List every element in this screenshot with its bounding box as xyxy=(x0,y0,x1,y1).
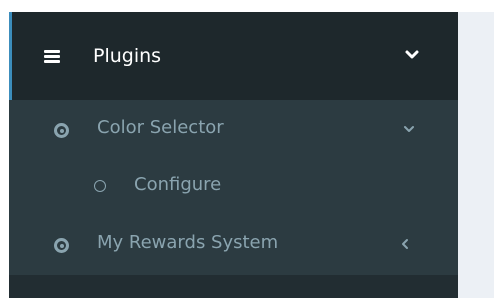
sidebar-item-label: My Rewards System xyxy=(97,232,279,253)
dot-circle-icon xyxy=(54,238,69,253)
circle-outline-icon xyxy=(94,180,106,192)
chevron-down-icon[interactable] xyxy=(400,120,418,138)
plugins-submenu: Color Selector Configure My Rewards Syst… xyxy=(9,100,458,275)
dot-circle-icon xyxy=(54,123,69,138)
sidebar-item-color-selector[interactable]: Color Selector xyxy=(9,108,458,148)
sidebar-menu: Plugins Color Selector Configure My Rewa… xyxy=(9,12,458,298)
sidebar-item-label: Configure xyxy=(134,174,222,195)
sidebar-item-plugins[interactable]: Plugins xyxy=(9,12,458,100)
page: Plugins Color Selector Configure My Rewa… xyxy=(0,0,494,298)
sidebar-item-label: Plugins xyxy=(93,45,162,67)
hamburger-icon xyxy=(44,50,60,63)
angle-left-icon[interactable] xyxy=(397,235,415,253)
content-area xyxy=(458,12,494,298)
sidebar-item-label: Color Selector xyxy=(97,117,224,138)
sidebar-item-my-rewards-system[interactable]: My Rewards System xyxy=(9,223,458,263)
chevron-down-icon[interactable] xyxy=(400,42,424,66)
sidebar-item-configure[interactable]: Configure xyxy=(9,165,458,205)
